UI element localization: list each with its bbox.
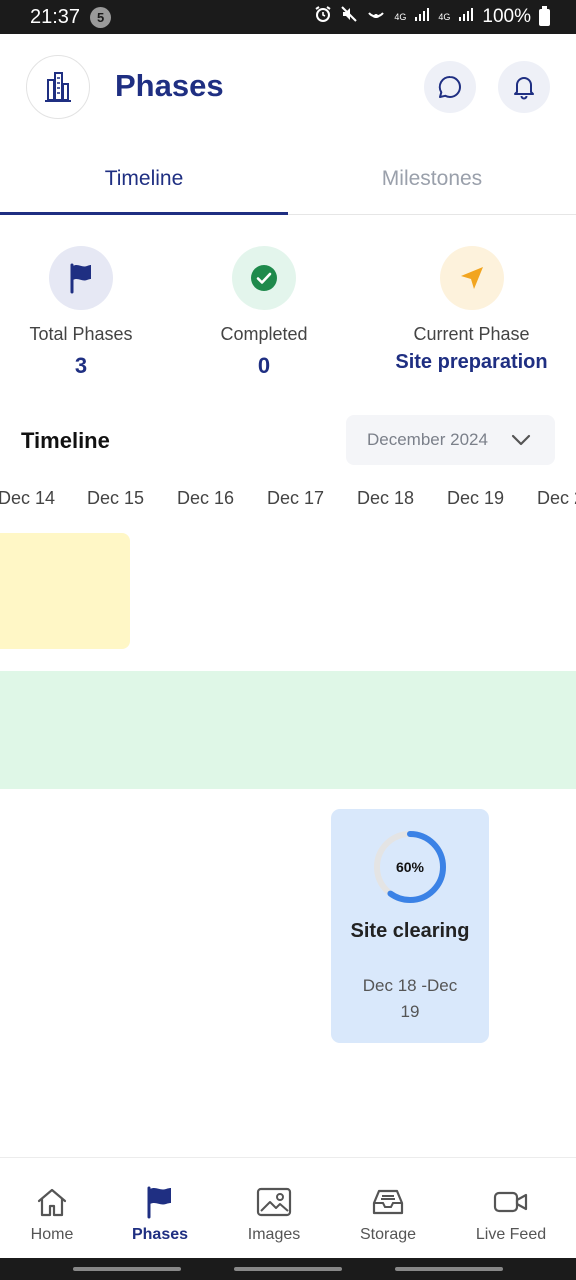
notification-count-badge: 5 [90,6,112,28]
timeline-section-title: Timeline [21,428,110,453]
month-dropdown-value: December 2024 [367,430,488,449]
phase-card-site-clearing[interactable]: 60% Site clearing Dec 18 -Dec 19 [331,809,489,1043]
video-camera-icon [493,1191,528,1213]
stat-completed-icon-bg [232,246,296,310]
date-label: Dec 16 [177,488,235,508]
phase-name: Site clearing [350,920,470,942]
tab-bar: Timeline Milestones [0,142,576,215]
phase-bar[interactable] [0,671,576,789]
nav-phases[interactable]: Phases [108,1158,212,1259]
system-recents-button[interactable] [73,1267,181,1271]
check-circle-icon [251,265,277,291]
battery-icon [539,5,550,26]
status-time: 21:37 [30,5,81,28]
alarm-icon [314,5,332,29]
active-tab-indicator [0,212,288,215]
status-icons: 4G 4G 100% [314,5,550,29]
chat-button[interactable] [424,61,476,113]
nav-home[interactable]: Home [0,1158,104,1259]
stat-current-value: Site preparation [395,351,548,373]
mute-icon [340,5,358,29]
month-dropdown[interactable]: December 2024 [346,415,555,465]
page-title: Phases [115,68,224,103]
battery-percent: 100% [482,6,531,27]
flag-icon [70,263,91,294]
phase-bar[interactable] [0,533,130,649]
nav-images-label: Images [247,1226,301,1243]
nav-storage[interactable]: Storage [336,1158,440,1259]
chevron-down-icon [511,434,531,446]
status-bar: 21:37 5 4G 4G 100% [0,0,576,34]
stat-completed-label: Completed [220,324,308,344]
system-nav-bar [0,1258,576,1280]
nav-live-feed-label: Live Feed [475,1226,547,1243]
phase-dates: Dec 18 -Dec 19 [362,976,458,1021]
network-label: 4G [394,12,407,22]
system-back-button[interactable] [395,1267,503,1271]
date-label: Dec 18 [357,488,415,508]
signal-icon-2 [458,6,474,28]
stat-completed-value: 0 [257,353,271,378]
stat-total-value: 3 [74,353,88,378]
date-label: Dec 14 [0,488,56,508]
nav-home-label: Home [30,1226,74,1243]
chat-icon [438,75,461,98]
bell-icon [514,77,534,100]
stat-current-icon-bg [439,246,504,310]
date-label: Dec 2 [537,488,576,508]
hotspot-icon [366,5,386,29]
progress-percent: 60% [395,859,425,875]
tab-timeline[interactable]: Timeline [0,142,288,215]
nav-images[interactable]: Images [222,1158,326,1259]
home-icon [37,1188,67,1217]
nav-storage-label: Storage [359,1226,417,1243]
network-label-2: 4G [438,12,451,22]
date-label: Dec 19 [447,488,505,508]
inbox-tray-icon [372,1189,404,1215]
stat-current-label: Current Phase [413,324,530,344]
image-icon [256,1187,292,1217]
tab-milestones[interactable]: Milestones [288,142,576,215]
nav-live-feed[interactable]: Live Feed [452,1158,570,1259]
app-logo[interactable] [26,55,90,119]
bottom-nav: Home Phases Images Storage Live Feed [0,1157,576,1258]
date-label: Dec 15 [87,488,145,508]
app-header: Phases [0,34,576,142]
date-label: Dec 17 [267,488,325,508]
stat-total-label: Total Phases [29,324,133,344]
stat-total-icon-bg [49,246,113,310]
navigation-arrow-icon [460,267,483,289]
flag-icon [147,1186,171,1219]
stat-total-phases: Total Phases 3 [22,246,140,379]
building-icon [45,72,71,102]
signal-icon [414,6,430,28]
system-home-button[interactable] [234,1267,342,1271]
notifications-button[interactable] [498,61,550,113]
stat-completed: Completed 0 [205,246,323,379]
progress-ring: 60% [372,829,448,905]
stat-current-phase: Current Phase Site preparation [385,246,558,374]
timeline-dates: Dec 14 Dec 15 Dec 16 Dec 17 Dec 18 Dec 1… [0,488,576,514]
nav-phases-label: Phases [131,1226,189,1243]
